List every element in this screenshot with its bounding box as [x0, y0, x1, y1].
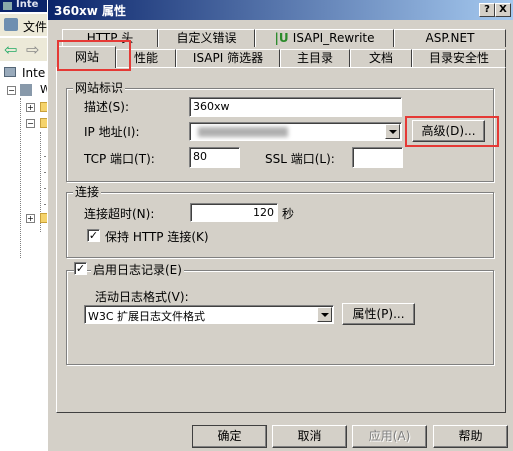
rewrite-icon: |U [274, 31, 293, 45]
tab-aspnet[interactable]: ASP.NET [394, 29, 506, 47]
site-identification-title: 网站标识 [73, 79, 126, 96]
timeout-unit-label: 秒 [282, 207, 295, 221]
enable-logging-checkbox[interactable]: ✓ [74, 262, 87, 275]
tab-isapi-rewrite[interactable]: |U ISAPI_Rewrite [255, 29, 394, 47]
highlight-website-tab [57, 40, 131, 71]
connections-title: 连接 [73, 183, 102, 200]
log-format-label: 活动日志格式(V): [95, 290, 189, 304]
chevron-down-icon[interactable] [317, 307, 332, 322]
back-arrow-icon[interactable]: ⇦ [4, 40, 17, 59]
tcp-port-label: TCP 端口(T): [84, 152, 155, 166]
tab-custom-errors[interactable]: 自定义错误 [158, 29, 255, 47]
tree-expand-toggle[interactable]: + [26, 103, 35, 112]
server-icon [20, 84, 32, 96]
tab-isapi-filters[interactable]: ISAPI 筛选器 [176, 49, 280, 67]
menu-file[interactable]: 文件 [23, 18, 47, 35]
connection-timeout-label: 连接超时(N): [84, 207, 155, 221]
ip-redacted [198, 127, 288, 137]
ip-address-label: IP 地址(I): [84, 125, 140, 139]
highlight-advanced-button [405, 116, 499, 147]
log-properties-button[interactable]: 属性(P)... [342, 303, 415, 325]
tab-documents[interactable]: 文档 [350, 49, 412, 67]
description-input[interactable]: 360xw [189, 97, 402, 117]
cancel-button[interactable]: 取消 [272, 425, 347, 448]
computer-icon [4, 67, 16, 77]
keep-alive-checkbox[interactable]: ✓ [87, 229, 100, 242]
tcp-port-input[interactable]: 80 [189, 147, 240, 168]
tree-expand-toggle[interactable]: − [26, 119, 35, 128]
tree-expand-toggle[interactable]: + [26, 214, 35, 223]
app-icon [3, 2, 12, 10]
chevron-down-icon[interactable] [385, 124, 400, 139]
connection-timeout-input[interactable]: 120 [190, 203, 278, 222]
forward-arrow-icon[interactable]: ⇨ [26, 40, 39, 59]
ok-button[interactable]: 确定 [192, 425, 267, 448]
ssl-port-label: SSL 端口(L): [265, 152, 335, 166]
apply-button[interactable]: 应用(A) [352, 425, 427, 448]
help-button[interactable]: 帮助 [433, 425, 508, 448]
properties-dialog: 360xw 属性 ? X HTTP 头 自定义错误 |U ISAPI_Rewri… [47, 0, 513, 451]
close-button[interactable]: X [495, 3, 511, 17]
keep-alive-label[interactable]: 保持 HTTP 连接(K) [105, 228, 209, 245]
tab-home-directory[interactable]: 主目录 [280, 49, 350, 67]
ip-address-select[interactable] [189, 122, 402, 141]
dialog-title-bar[interactable]: 360xw 属性 ? X [48, 0, 513, 20]
description-label: 描述(S): [84, 100, 130, 114]
dialog-title: 360xw 属性 [54, 4, 127, 18]
tree-expand-toggle[interactable]: − [7, 86, 16, 95]
connections-group [66, 192, 494, 258]
tree-root-label[interactable]: Inte [22, 66, 45, 80]
tab-directory-security[interactable]: 目录安全性 [412, 49, 506, 67]
iis-icon [4, 18, 18, 31]
log-format-select[interactable]: W3C 扩展日志文件格式 [84, 305, 334, 324]
ssl-port-input[interactable] [352, 147, 403, 168]
help-title-button[interactable]: ? [479, 3, 495, 17]
background-title: Inte [16, 0, 39, 10]
enable-logging-label[interactable]: 启用日志记录(E) [91, 261, 184, 278]
